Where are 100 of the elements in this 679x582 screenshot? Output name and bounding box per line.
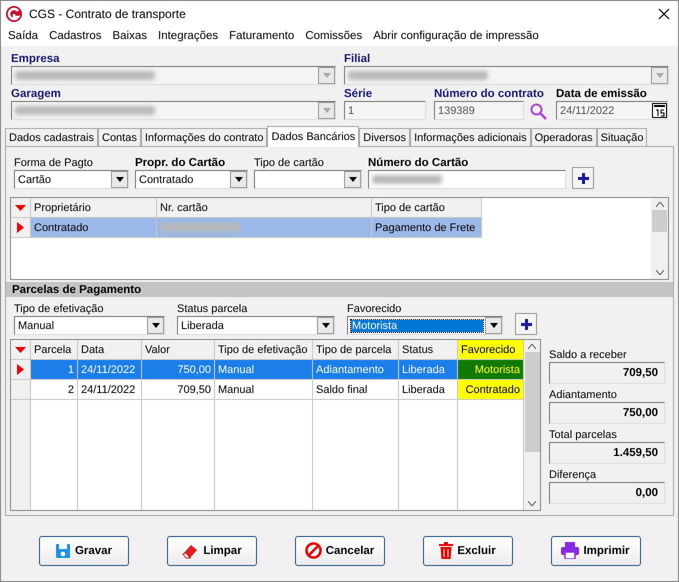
scroll-up-icon[interactable] [656,202,664,207]
section-title: Parcelas de Pagamento [6,282,673,297]
serie-field[interactable]: 1 [344,101,426,120]
search-icon[interactable] [530,103,547,120]
table-cell: 1 [31,360,78,380]
date-field[interactable]: 24/11/2022 [556,101,668,120]
add-button[interactable] [572,167,594,189]
menu-item[interactable]: Integrações [158,30,218,42]
add-button[interactable] [515,313,537,335]
tab[interactable]: Operadoras [530,128,597,146]
combo-box[interactable] [254,170,362,189]
summary-label: Total parcelas [549,429,618,441]
column-header[interactable]: Proprietário [31,198,157,218]
field-label: Favorecido [347,303,402,315]
scroll-thumb[interactable] [524,352,540,452]
scrollbar[interactable] [524,340,540,510]
column-header[interactable]: Favorecido [458,340,524,360]
combo-box[interactable] [11,101,336,120]
caret-icon [348,177,356,182]
column-header[interactable]: Status [399,340,458,360]
column-header[interactable]: Tipo de parcela [313,340,399,360]
table-cell: Liberada [399,360,458,380]
column-header[interactable]: Tipo de efetivação [215,340,313,360]
tab[interactable]: Contas [98,128,141,146]
scroll-down-icon[interactable] [656,270,664,275]
column-header[interactable]: Valor [142,340,215,360]
menu-item[interactable]: Saída [8,30,38,42]
scrollbar[interactable] [651,198,668,279]
window-title: CGS - Contrato de transporte [29,6,187,20]
tab[interactable]: Situação [596,128,648,146]
tab[interactable]: Informações do contrato [140,128,268,146]
combo-box[interactable]: Manual [14,316,165,335]
field-label: Número do contrato [434,88,545,100]
sort-arrow-icon [15,346,26,352]
table-cell: Manual [215,380,313,400]
field-label: Data de emissão [556,88,648,100]
action-button[interactable]: Gravar [38,536,128,566]
combo-box[interactable]: Liberada [177,316,335,335]
column-header[interactable]: Parcela [31,340,78,360]
combo-box[interactable]: Contratado [135,170,248,189]
column-header[interactable]: Nr. cartão [157,198,372,218]
column-header[interactable]: Tipo de cartão [372,198,482,218]
table-cell: Manual [215,360,313,380]
scroll-down-icon[interactable] [528,501,536,506]
field-label: Propr. do Cartão [135,157,226,169]
dropdown-button[interactable] [230,171,247,188]
eraser-icon [181,542,200,558]
close-icon[interactable] [658,8,670,20]
field-label: Status parcela [177,303,248,315]
app-logo-icon [5,4,23,22]
field-label: Filial [344,53,372,65]
scroll-thumb[interactable] [652,210,667,232]
dropdown-button[interactable] [485,317,502,334]
field-label: Tipo de cartão [254,157,325,169]
column-header[interactable]: Data [78,340,142,360]
summary-label: Saldo a receber [549,349,628,361]
trash-icon [439,542,454,559]
summary-label: Adiantamento [549,389,618,401]
table-cell: Saldo final [313,380,399,400]
combo-box[interactable]: Motorista [347,316,503,335]
menu-item[interactable]: Baixas [112,30,148,42]
dropdown-button[interactable] [317,317,334,334]
tab[interactable]: Dados cadastrais [5,128,98,146]
table-cell: Liberada [399,380,458,400]
action-button[interactable]: Excluir [422,536,512,566]
field-label: Empresa [11,53,61,65]
summary-value: 750,00 [549,402,665,424]
action-button[interactable]: Limpar [166,536,256,566]
action-button[interactable]: Imprimir [550,536,640,566]
table-cell: Contratado [31,218,157,238]
dropdown-button[interactable] [147,317,164,334]
action-button[interactable]: Cancelar [294,536,384,566]
menu-item[interactable]: Comissões [305,30,362,42]
caret-icon [490,323,498,328]
caret-icon [656,73,664,78]
caret-icon [322,108,330,113]
calendar-icon[interactable] [652,103,667,118]
combo-box[interactable]: Cartão [14,170,129,189]
caret-icon [116,177,124,182]
dropdown-button[interactable] [344,171,361,188]
scroll-up-icon[interactable] [528,344,536,349]
combo-box[interactable] [11,66,336,85]
combo-box[interactable] [344,66,669,85]
summary-label: Diferença [549,469,598,481]
table-cell: 24/11/2022 [78,360,142,380]
summary-value: 1.459,50 [549,442,665,464]
tab[interactable]: Dados Bancários [267,126,360,147]
tab[interactable]: Informações adicionais [410,128,531,146]
table-cell: Motorista [458,360,524,380]
menu-item[interactable]: Abrir configuração de impressão [373,30,539,42]
prohibited-icon [304,542,322,559]
menu-item[interactable]: Cadastros [49,30,102,42]
tab[interactable]: Diversos [359,128,410,146]
caret-icon [322,73,330,78]
field-label: Forma de Pagto [14,157,94,169]
contract-number-field[interactable]: 139389 [434,101,524,120]
row-pointer-icon [17,222,24,233]
card-number-field[interactable] [368,170,566,189]
dropdown-button[interactable] [111,171,128,188]
menu-item[interactable]: Faturamento [229,30,294,42]
